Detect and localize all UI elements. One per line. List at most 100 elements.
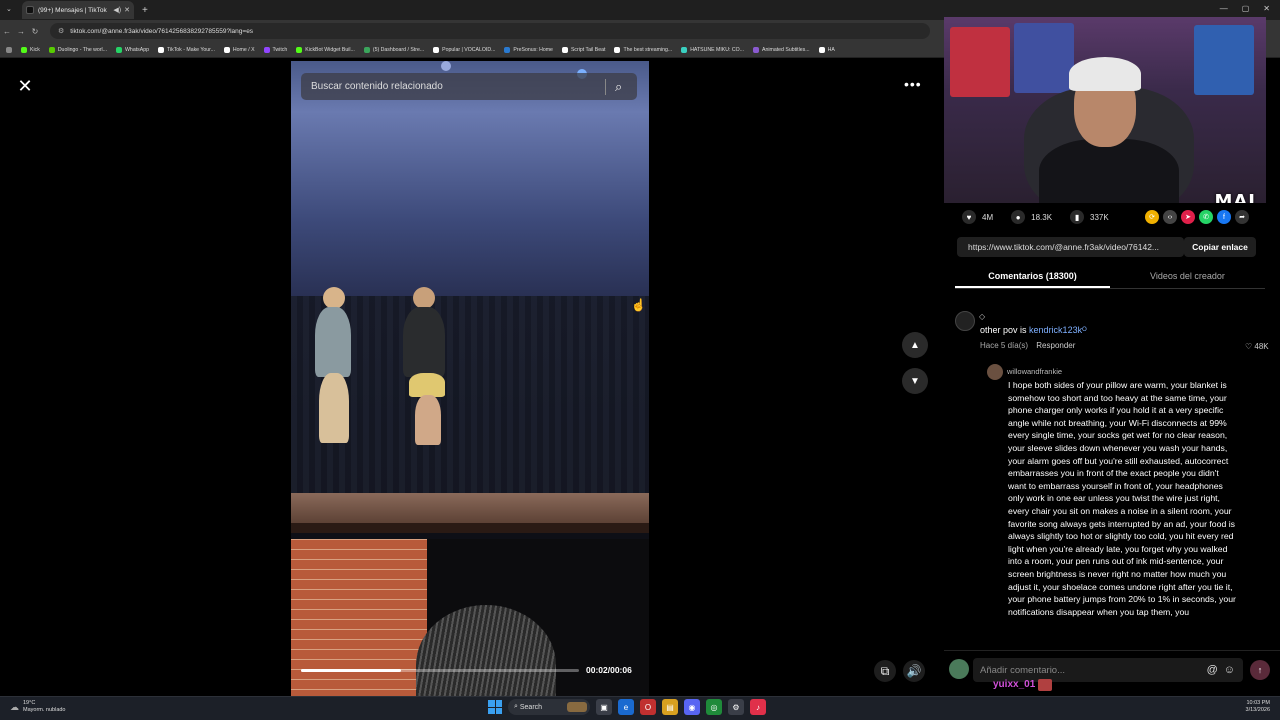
apps-grid-icon[interactable]	[6, 46, 12, 53]
bookmark-item[interactable]: Duolingo - The worl...	[48, 46, 107, 53]
bookmark-item[interactable]: WhatsApp	[116, 46, 149, 53]
windows-start-icon[interactable]	[488, 700, 502, 714]
new-tab-icon[interactable]: +	[142, 5, 148, 16]
save-stat[interactable]: ▮ 337K	[1070, 210, 1109, 224]
comment-like-count: 48K	[1254, 342, 1269, 351]
wall-poster	[950, 27, 1010, 97]
previous-video-button[interactable]: ▲	[902, 332, 928, 358]
next-video-button[interactable]: ▼	[902, 368, 928, 394]
site-info-icon[interactable]: ⚙	[58, 27, 64, 35]
bookmark-item[interactable]: Twitch	[263, 46, 287, 53]
bookmark-item[interactable]: (5) Dashboard / Stre...	[363, 46, 425, 53]
bookmark-label: WhatsApp	[125, 46, 149, 53]
pointer-cursor-icon: ☝	[631, 298, 646, 312]
related-search-bar[interactable]: Buscar contenido relacionado ⌕	[301, 73, 637, 100]
heart-icon[interactable]: ♥	[962, 210, 976, 224]
volume-button[interactable]: 🔊	[903, 660, 925, 682]
tab-close-icon[interactable]: ✕	[124, 6, 130, 14]
related-search-input[interactable]: Buscar contenido relacionado	[311, 81, 605, 92]
comment-username[interactable]: ◇	[979, 312, 985, 321]
stream-overlay-username: yuixx_01	[993, 679, 1036, 690]
bookmark-item[interactable]: PreSonus: Home	[504, 46, 553, 53]
more-options-icon[interactable]: •••	[904, 76, 922, 92]
more-share-icon[interactable]: ➦	[1235, 210, 1249, 224]
bookmark-item[interactable]: TikTok - Make Your...	[157, 46, 215, 53]
comment-stat[interactable]: ● 18.3K	[1011, 210, 1052, 224]
send-share-icon[interactable]: ➤	[1181, 210, 1195, 224]
stream-overlay-badge-icon	[1038, 679, 1052, 691]
whatsapp-share-icon[interactable]: ✆	[1199, 210, 1213, 224]
send-comment-button[interactable]: ↑	[1250, 660, 1270, 680]
url-field[interactable]: ⚙ tiktok.com/@anne.fr3ak/video/761425683…	[50, 23, 930, 39]
floating-player-button[interactable]: ⧉	[874, 660, 896, 682]
stage-edge	[291, 523, 649, 533]
comment-mention-link[interactable]: kendrick123kᴼ	[1029, 325, 1087, 335]
music-app-icon[interactable]: ♪	[750, 699, 766, 715]
emoji-icon[interactable]: ☺	[1224, 664, 1235, 676]
bookmark-label: Animated Subtitles...	[762, 46, 810, 53]
file-explorer-icon[interactable]: ▤	[662, 699, 678, 715]
maximize-icon[interactable]: ▢	[1242, 4, 1250, 13]
back-icon[interactable]: ←	[0, 27, 14, 36]
bookmark-label: (5) Dashboard / Stre...	[372, 46, 425, 53]
chrome-icon[interactable]: ◎	[706, 699, 722, 715]
bookmark-item[interactable]: The best streaming...	[614, 46, 672, 53]
bookmark-item[interactable]: KickBot Widget Buil...	[296, 46, 355, 53]
bookmark-item[interactable]: Kick	[21, 46, 40, 53]
performer-2-legs	[415, 395, 441, 445]
taskbar-apps: ⌕ Search ▣ e O ▤ ◉ ◎ ⚙ ♪	[488, 699, 766, 715]
bookmark-label: HA	[827, 46, 835, 53]
at-mention-icon[interactable]: @	[1207, 664, 1218, 676]
performer-2-body	[403, 307, 445, 377]
weather-widget[interactable]: ☁ 19°C Mayorm. nublado	[10, 700, 66, 714]
bookmark-label: Popular | VOCALOID...	[442, 46, 496, 53]
taskbar-search[interactable]: ⌕ Search	[508, 699, 590, 715]
opera-icon[interactable]: O	[640, 699, 656, 715]
close-viewer-icon[interactable]: ✕	[13, 74, 37, 98]
task-view-icon[interactable]: ▣	[596, 699, 612, 715]
bookmark-item[interactable]: Script Tail Beat	[561, 46, 605, 53]
embed-share-icon[interactable]: ‹›	[1163, 210, 1177, 224]
search-icon[interactable]: ⌕	[615, 79, 637, 95]
comment-icon[interactable]: ●	[1011, 210, 1026, 224]
edge-icon[interactable]: e	[618, 699, 634, 715]
bookmark-item[interactable]: HA	[818, 46, 835, 53]
browser-tab-active[interactable]: (99+) Mensajes | TikTok ◀) ✕	[22, 1, 134, 19]
forward-icon[interactable]: →	[14, 27, 28, 36]
comment-like-button[interactable]: ♡ 48K	[1245, 342, 1269, 351]
wall-poster	[1194, 25, 1254, 95]
tab-title: (99+) Mensajes | TikTok	[38, 6, 107, 14]
tab-comments[interactable]: Comentarios (18300)	[955, 265, 1110, 288]
avatar[interactable]	[987, 364, 1003, 380]
tab-creator-videos[interactable]: Videos del creador	[1110, 265, 1265, 288]
weather-temp: 19°C	[23, 700, 36, 706]
settings-icon[interactable]: ⚙	[728, 699, 744, 715]
facebook-share-icon[interactable]: f	[1217, 210, 1231, 224]
video-progress-bar[interactable]	[301, 669, 579, 672]
bookmark-favicon-icon	[21, 46, 27, 53]
video-link-field[interactable]: https://www.tiktok.com/@anne.fr3ak/video…	[957, 237, 1184, 257]
close-window-icon[interactable]: ✕	[1263, 4, 1270, 13]
video-player[interactable]	[291, 61, 649, 697]
bookmark-item[interactable]: Animated Subtitles...	[753, 46, 810, 53]
tab-audio-icon[interactable]: ◀)	[113, 6, 121, 14]
reload-icon[interactable]: ↻	[28, 27, 42, 36]
bookmark-item[interactable]: Popular | VOCALOID...	[433, 46, 496, 53]
taskbar-clock[interactable]: 10:03 PM 3/13/2026	[1246, 700, 1270, 714]
window-controls: — ▢ ✕	[1220, 4, 1270, 13]
bookmark-icon[interactable]: ▮	[1070, 210, 1085, 224]
reply-button[interactable]: Responder	[1036, 341, 1075, 350]
like-stat[interactable]: ♥ 4M	[962, 210, 993, 224]
tab-search-icon[interactable]: ⌄	[6, 5, 12, 13]
bookmark-item[interactable]: Home / X	[223, 46, 255, 53]
performer-1-head	[323, 287, 345, 309]
reply-username[interactable]: willowandfrankie	[1007, 367, 1062, 376]
discord-icon[interactable]: ◉	[684, 699, 700, 715]
bookmark-item[interactable]: HATSUNE MIKU: CO...	[681, 46, 744, 53]
like-count: 4M	[982, 212, 994, 222]
minimize-icon[interactable]: —	[1220, 4, 1228, 13]
repost-share-icon[interactable]: ⟳	[1145, 210, 1159, 224]
avatar[interactable]	[955, 311, 975, 331]
copy-link-button[interactable]: Copiar enlace	[1184, 237, 1256, 257]
comment-input-placeholder: Añadir comentario...	[980, 664, 1066, 676]
